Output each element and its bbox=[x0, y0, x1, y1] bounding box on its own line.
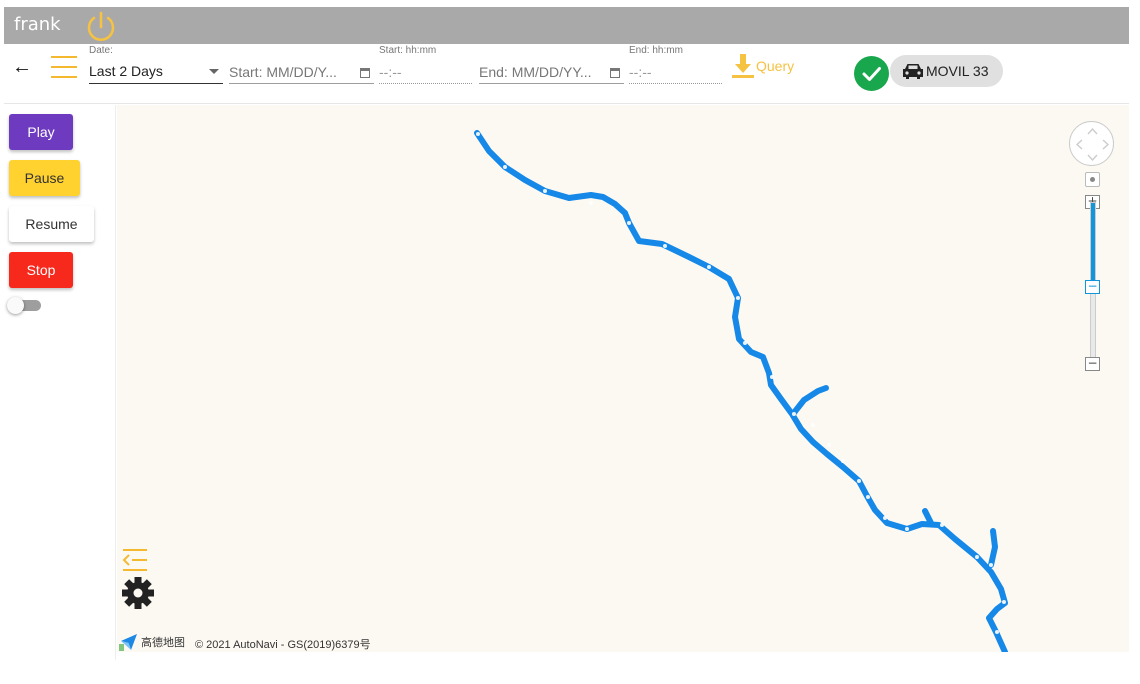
vehicle-chip[interactable]: MOVIL 33 bbox=[890, 55, 1003, 87]
start-time-placeholder: --:-- bbox=[379, 64, 402, 80]
settings-gear-icon[interactable] bbox=[121, 576, 155, 610]
power-icon[interactable] bbox=[84, 10, 118, 44]
collapse-panel-icon[interactable] bbox=[121, 548, 149, 572]
calendar-icon[interactable] bbox=[360, 68, 370, 78]
end-time-placeholder: --:-- bbox=[629, 64, 652, 80]
zoom-slider-handle[interactable]: − bbox=[1085, 280, 1100, 294]
map-canvas[interactable]: + − − 高德地图 © 2021 AutoNavi - GS(2019)637… bbox=[117, 105, 1129, 652]
date-label: Date: bbox=[89, 45, 113, 56]
query-label: Query bbox=[756, 58, 795, 74]
query-button[interactable]: Query bbox=[732, 52, 794, 82]
follow-toggle[interactable] bbox=[7, 297, 41, 314]
end-date-input[interactable]: End: MM/DD/YY... bbox=[479, 60, 624, 84]
pause-button[interactable]: Pause bbox=[9, 160, 80, 196]
zoom-out-button[interactable]: − bbox=[1085, 357, 1100, 371]
toggle-knob bbox=[7, 297, 24, 314]
vehicle-name: MOVIL 33 bbox=[926, 63, 989, 79]
calendar-icon[interactable] bbox=[610, 68, 620, 78]
arrow-left-icon[interactable]: ← bbox=[12, 56, 32, 79]
map-attribution: 高德地图 © 2021 AutoNavi - GS(2019)6379号 bbox=[119, 632, 371, 652]
app-root: frank ← Date: Last 2 Days Start: MM/DD/Y… bbox=[0, 0, 1140, 684]
map-compass[interactable] bbox=[1069, 121, 1114, 166]
start-date-input[interactable]: Start: MM/DD/Y... bbox=[229, 60, 374, 84]
amap-logo-text: 高德地图 bbox=[141, 636, 185, 649]
map-copyright: © 2021 AutoNavi - GS(2019)6379号 bbox=[195, 639, 371, 651]
zoom-level-fill bbox=[1091, 203, 1095, 288]
locate-button[interactable] bbox=[1085, 172, 1100, 187]
end-time-label: End: hh:mm bbox=[629, 45, 683, 56]
query-toolbar: ← Date: Last 2 Days Start: MM/DD/Y... St… bbox=[4, 44, 1129, 104]
play-button[interactable]: Play bbox=[9, 114, 73, 150]
stop-button[interactable]: Stop bbox=[9, 252, 73, 288]
date-range-select[interactable]: Last 2 Days bbox=[89, 60, 223, 84]
check-icon[interactable] bbox=[854, 56, 889, 91]
route-track bbox=[474, 130, 1008, 652]
compass-icon bbox=[1075, 127, 1110, 162]
route-branch-path bbox=[922, 508, 934, 526]
hamburger-menu-icon[interactable] bbox=[51, 56, 77, 78]
start-time-input[interactable]: --:-- bbox=[379, 60, 472, 84]
username: frank bbox=[14, 14, 61, 35]
start-date-placeholder: Start: MM/DD/Y... bbox=[229, 64, 337, 80]
download-icon bbox=[732, 54, 754, 78]
start-time-label: Start: hh:mm bbox=[379, 45, 437, 56]
car-icon bbox=[903, 64, 923, 79]
caret-down-icon bbox=[209, 69, 219, 74]
playback-controls: Play Pause Resume Stop bbox=[4, 105, 116, 660]
route-branch-path bbox=[790, 385, 829, 417]
route-branch-path bbox=[988, 528, 998, 568]
end-date-placeholder: End: MM/DD/YY... bbox=[479, 64, 592, 80]
date-range-value: Last 2 Days bbox=[89, 63, 163, 79]
title-bar: frank bbox=[4, 7, 1129, 44]
route-direction-markers bbox=[476, 132, 1006, 634]
end-time-input[interactable]: --:-- bbox=[629, 60, 722, 84]
resume-button[interactable]: Resume bbox=[9, 206, 94, 242]
route-main-path bbox=[474, 130, 1008, 652]
amap-logo-icon bbox=[119, 634, 137, 651]
